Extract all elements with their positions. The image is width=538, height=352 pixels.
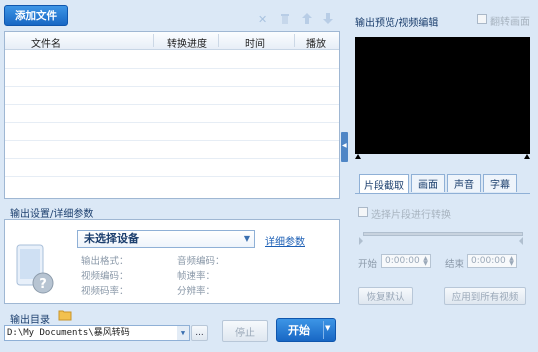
clip-end-value: 0:00:00	[471, 256, 506, 266]
column-filename[interactable]: 文件名	[31, 35, 61, 50]
clip-enable-label: 选择片段进行转换	[371, 210, 451, 221]
column-progress[interactable]: 转换进度	[167, 35, 207, 50]
output-settings-title: 输出设置/详细参数	[10, 209, 94, 220]
add-file-button[interactable]: 添加文件	[4, 5, 68, 26]
clip-start-value: 0:00:00	[385, 256, 420, 266]
column-play[interactable]: 播放	[306, 35, 326, 50]
tab-picture[interactable]: 画面	[411, 174, 445, 192]
output-format-label: 输出格式：	[81, 256, 129, 267]
device-select[interactable]: 未选择设备 ▼	[77, 230, 255, 248]
close-icon[interactable]: ✕	[258, 14, 267, 25]
edit-tabs: 片段截取 画面 声音 字幕	[355, 174, 530, 194]
timeline-bar[interactable]	[355, 154, 530, 160]
file-list[interactable]: 文件名 转换进度 时间 播放	[4, 31, 340, 199]
clip-end-label: 结束	[445, 259, 465, 270]
clip-enable-checkbox[interactable]	[358, 207, 368, 217]
clip-end-time[interactable]: 0:00:00 ▲ ▼	[467, 254, 517, 268]
apply-all-button[interactable]: 应用到所有视频	[444, 287, 526, 305]
table-row	[5, 177, 339, 195]
stop-button[interactable]: 停止	[222, 320, 268, 342]
table-row	[5, 123, 339, 141]
timeline-start-marker[interactable]	[355, 154, 361, 159]
table-row	[5, 141, 339, 159]
svg-text:?: ?	[39, 277, 47, 292]
output-dir-path: D:\My Documents\暴风转码	[7, 328, 130, 338]
table-row	[5, 69, 339, 87]
browse-button[interactable]: ...	[191, 325, 208, 341]
clip-end-handle[interactable]	[519, 237, 523, 245]
clip-range-slider[interactable]	[359, 232, 523, 246]
device-select-value: 未选择设备	[84, 232, 139, 245]
tab-content: 选择片段进行转换 开始 0:00:00 ▲ ▼ 结束 0:00:00 ▲ ▼ 恢复默…	[355, 193, 530, 311]
spin-icon[interactable]: ▲ ▼	[422, 256, 429, 267]
tab-subtitle[interactable]: 字幕	[483, 174, 517, 192]
trash-icon[interactable]	[280, 13, 290, 24]
flip-label: 翻转画面	[490, 17, 530, 28]
spin-icon[interactable]: ▲ ▼	[508, 256, 515, 267]
panel-collapse-handle[interactable]: ◀	[341, 132, 348, 162]
video-bitrate-label: 视频码率：	[81, 286, 129, 297]
video-codec-label: 视频编码：	[81, 271, 129, 282]
table-row	[5, 87, 339, 105]
clip-start-time[interactable]: 0:00:00 ▲ ▼	[381, 254, 431, 268]
audio-codec-label: 音频编码：	[177, 256, 225, 267]
arrow-down-icon[interactable]	[323, 13, 333, 27]
output-dir-field[interactable]: D:\My Documents\暴风转码 ▼	[4, 325, 190, 341]
table-row	[5, 159, 339, 177]
arrow-up-icon[interactable]	[302, 13, 312, 27]
resolution-label: 分辨率：	[177, 286, 216, 297]
chevron-down-icon[interactable]: ▼	[177, 326, 189, 340]
table-row	[5, 51, 339, 69]
file-table-header: 文件名 转换进度 时间 播放	[5, 32, 339, 50]
folder-icon[interactable]	[58, 309, 72, 324]
chevron-down-icon: ▼	[243, 234, 250, 243]
start-button-label: 开始	[288, 324, 310, 337]
detail-params-link[interactable]: 详细参数	[265, 233, 305, 248]
output-settings-panel: ? 未选择设备 ▼ 详细参数 输出格式： 视频编码： 视频码率： 音频编码： 帧…	[4, 219, 340, 304]
reset-default-button[interactable]: 恢复默认	[358, 287, 413, 305]
tab-clip[interactable]: 片段截取	[359, 174, 409, 193]
frame-rate-label: 帧速率：	[177, 271, 216, 282]
video-preview	[355, 37, 530, 154]
chevron-down-icon[interactable]: ▼	[325, 324, 330, 332]
output-dir-label: 输出目录	[10, 315, 50, 326]
column-time[interactable]: 时间	[245, 35, 265, 50]
chevron-left-icon: ◀	[342, 142, 347, 149]
device-icon: ?	[15, 243, 55, 295]
timeline-end-marker[interactable]	[524, 154, 530, 159]
clip-start-label: 开始	[358, 259, 378, 270]
table-row	[5, 105, 339, 123]
preview-title: 输出预览/视频编辑	[355, 18, 439, 29]
flip-checkbox[interactable]	[477, 14, 487, 24]
clip-start-handle[interactable]	[359, 237, 363, 245]
start-button[interactable]: 开始 ▼	[276, 318, 336, 342]
tab-audio[interactable]: 声音	[447, 174, 481, 192]
